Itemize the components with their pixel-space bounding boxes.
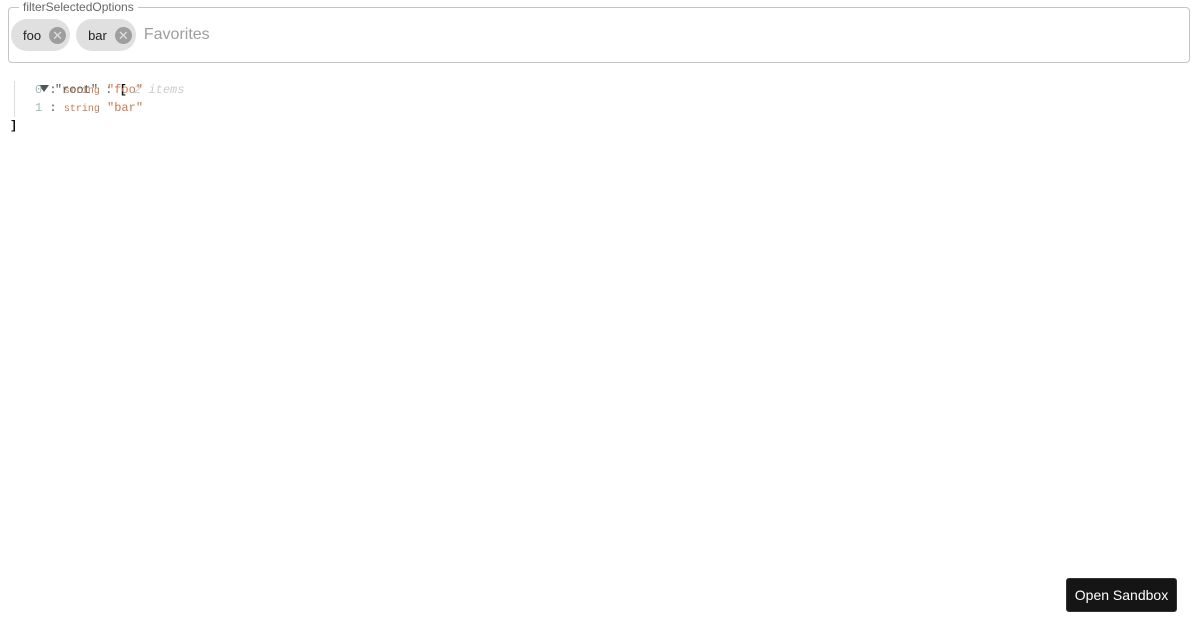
chip-label: foo bbox=[23, 27, 42, 43]
field-label: filterSelectedOptions bbox=[23, 0, 134, 14]
open-sandbox-button[interactable]: Open Sandbox bbox=[1066, 578, 1177, 612]
json-item: 1 : string "bar" bbox=[35, 101, 144, 115]
autocomplete-input[interactable]: Favorites bbox=[144, 26, 210, 44]
json-viewer: "root" : [ 2 items 0 : string "foo" 1 : … bbox=[10, 81, 185, 133]
close-bracket: ] bbox=[10, 119, 18, 133]
chip-foo[interactable]: foo ✕ bbox=[11, 19, 71, 51]
chip-label: bar bbox=[88, 27, 107, 43]
remove-chip-icon[interactable]: ✕ bbox=[49, 26, 67, 44]
chips-container: foo ✕ bar ✕ Favorites bbox=[11, 19, 210, 51]
remove-chip-icon[interactable]: ✕ bbox=[114, 26, 132, 44]
chip-bar[interactable]: bar ✕ bbox=[76, 19, 136, 51]
